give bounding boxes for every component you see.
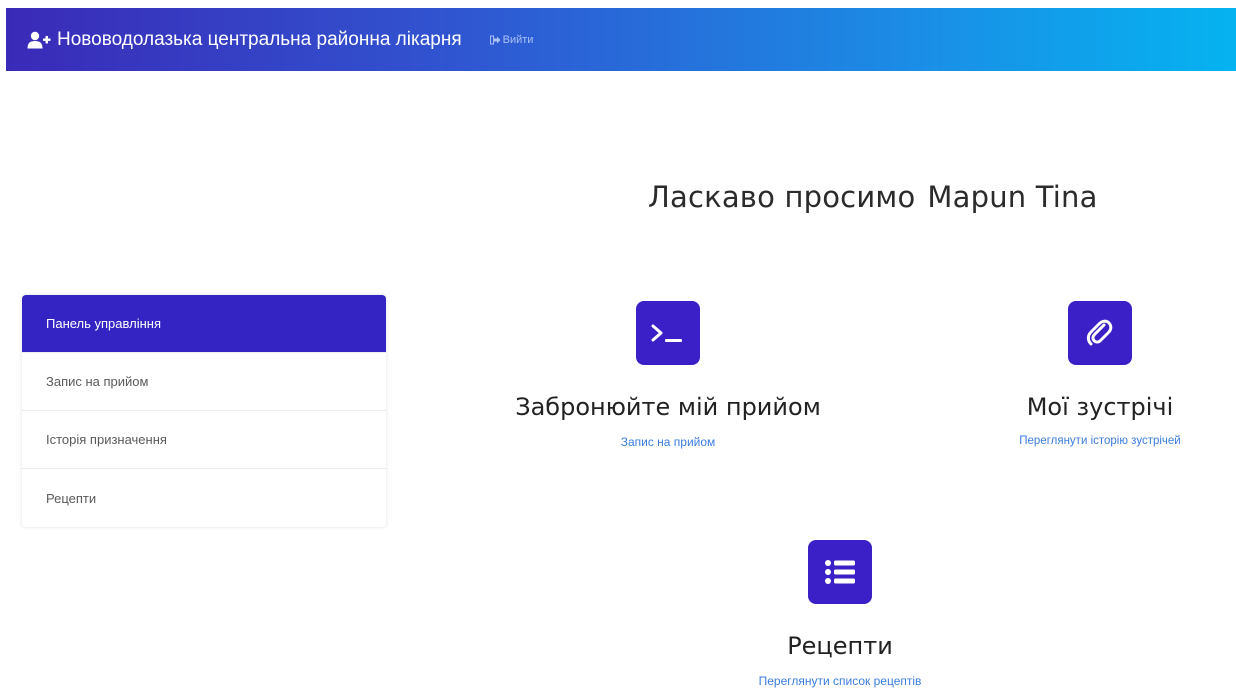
brand-title: Нововодолазька центральна районна лікарн… — [57, 28, 462, 50]
sidebar-item-appointment-history[interactable]: Історія призначення — [22, 411, 386, 469]
terminal-icon — [636, 301, 700, 365]
feature-title: Рецепти — [787, 632, 893, 660]
logout-label: Вийти — [502, 33, 534, 46]
user-plus-icon — [27, 31, 51, 49]
sidebar-item-label: Рецепти — [46, 490, 97, 506]
sign-out-icon — [489, 35, 501, 45]
welcome-user-name: Марun Tina — [927, 180, 1098, 214]
feature-my-appointments: Мої зустрічі Переглянути історію зустріч… — [950, 301, 1236, 449]
sidebar-menu: Панель управління Запис на прийом Історі… — [22, 295, 386, 527]
paperclip-icon — [1068, 301, 1132, 365]
sidebar-item-label: Запис на прийом — [46, 374, 149, 389]
sidebar-item-label: Історія призначення — [46, 432, 167, 447]
list-icon — [808, 540, 872, 604]
welcome-heading: Ласкаво просимо Марun Tina — [648, 180, 1098, 214]
brand-link[interactable]: Нововодолазька центральна районна лікарн… — [27, 29, 462, 51]
feature-prescriptions: Рецепти Переглянути список рецептів — [640, 540, 1040, 690]
feature-book-appointment: Забронюйте мій прийом Запис на прийом — [468, 301, 868, 451]
feature-title: Забронюйте мій прийом — [515, 393, 821, 421]
feature-title: Мої зустрічі — [1026, 393, 1174, 421]
page: Нововодолазька центральна районна лікарн… — [0, 0, 1236, 699]
sidebar-item-label: Панель управління — [46, 316, 162, 331]
appointment-history-link[interactable]: Переглянути історію зустрічей — [1019, 435, 1180, 447]
sidebar-item-prescriptions[interactable]: Рецепти — [22, 469, 386, 527]
prescriptions-link[interactable]: Переглянути список рецептів — [759, 674, 922, 688]
welcome-greeting: Ласкаво просимо — [648, 180, 916, 214]
logout-link[interactable]: Вийти — [489, 33, 534, 46]
top-navbar: Нововодолазька центральна районна лікарн… — [6, 8, 1236, 71]
sidebar-item-book-appointment[interactable]: Запис на прийом — [22, 353, 386, 411]
book-appointment-link[interactable]: Запис на прийом — [621, 435, 716, 449]
sidebar-item-dashboard[interactable]: Панель управління — [22, 295, 386, 353]
